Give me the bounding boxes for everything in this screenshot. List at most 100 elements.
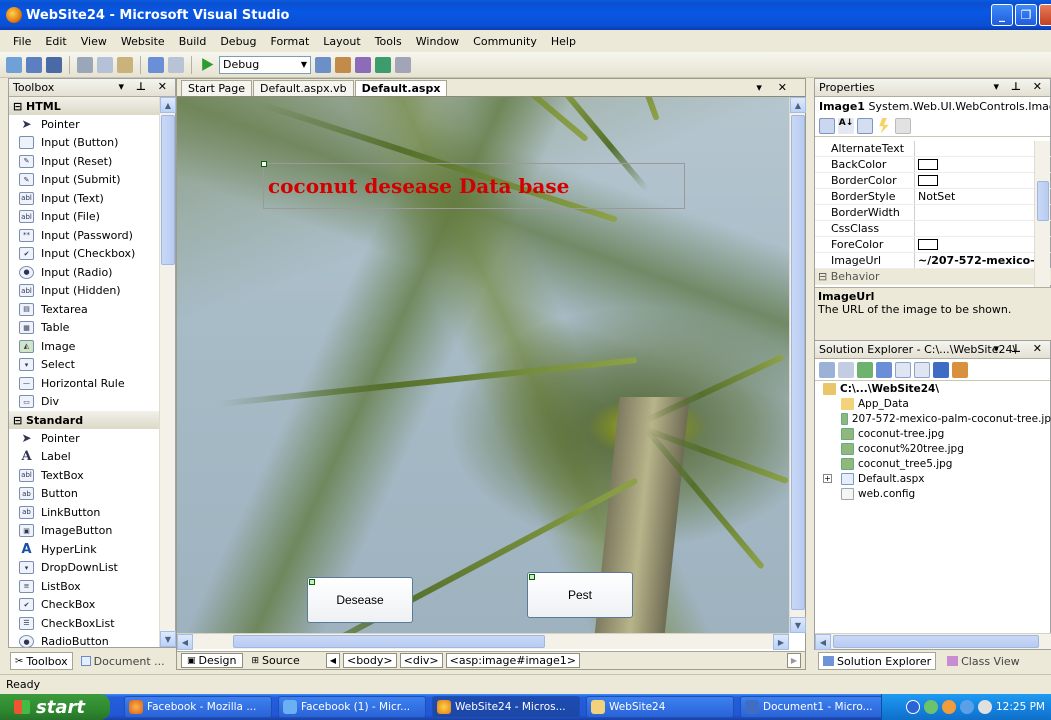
tree-item[interactable]: 207-572-mexico-palm-coconut-tree.jp — [815, 411, 1051, 426]
design-surface[interactable]: coconut desease Data base Desease Pest — [177, 97, 789, 633]
menu-view[interactable]: View — [74, 35, 114, 48]
solution-configuration-dropdown[interactable]: Debug ▼ — [219, 55, 311, 74]
panel-controls[interactable]: ▾ ⊥ ✕ — [994, 80, 1046, 93]
scroll-thumb[interactable] — [233, 635, 545, 648]
tree-item[interactable]: web.config — [815, 486, 1051, 501]
minimize-button[interactable]: _ — [991, 4, 1013, 26]
toolbox-item-linkbutton[interactable]: ab LinkButton — [9, 503, 163, 522]
tab-default-aspx-vb[interactable]: Default.aspx.vb — [253, 80, 354, 96]
tab-default-aspx[interactable]: Default.aspx — [354, 80, 448, 96]
view-code-icon[interactable] — [895, 361, 911, 378]
toolbox-item-input-text[interactable]: abl Input (Text) — [9, 189, 163, 208]
object-selector[interactable]: Image1 System.Web.UI.WebControls.Image — [815, 97, 1050, 115]
pest-button[interactable]: Pest — [527, 572, 633, 618]
tab-toolbox[interactable]: ✂ Toolbox — [10, 652, 73, 670]
property-grid-scrollbar[interactable] — [1034, 141, 1050, 287]
tab-start-page[interactable]: Start Page — [181, 80, 252, 96]
property-row[interactable]: BorderColor — [815, 173, 1051, 189]
tab-document-outline[interactable]: Document ... — [76, 652, 170, 670]
property-row[interactable]: BorderWidth — [815, 205, 1051, 221]
scroll-left-icon[interactable]: ◀ — [177, 634, 193, 650]
close-button[interactable] — [1039, 4, 1051, 26]
tab-solution-explorer[interactable]: Solution Explorer — [818, 652, 937, 670]
taskbar-item-folder[interactable]: WebSite24 — [586, 696, 734, 718]
page-title-label[interactable]: coconut desease Data base — [263, 163, 685, 209]
toolbox-item-table[interactable]: ▦ Table — [9, 319, 163, 338]
save-icon[interactable] — [26, 56, 42, 73]
taskbar-item-visual-studio[interactable]: WebSite24 - Micros... — [432, 696, 580, 718]
find-icon[interactable] — [315, 56, 331, 73]
toolbox-item-image[interactable]: ◭ Image — [9, 337, 163, 356]
toolbox-item-pointer[interactable]: ➤ Pointer — [9, 429, 163, 448]
property-row[interactable]: AlternateText — [815, 141, 1051, 157]
tree-item[interactable]: App_Data — [815, 396, 1051, 411]
property-row[interactable]: CssClass — [815, 221, 1051, 237]
toolbox-section-html[interactable]: ⊟ HTML — [9, 97, 163, 115]
menu-community[interactable]: Community — [466, 35, 544, 48]
close-document-icon[interactable]: ▾ ✕ — [756, 81, 793, 94]
volume-icon[interactable] — [978, 700, 992, 714]
panel-controls[interactable]: ▾ ⊥ ✕ — [994, 342, 1046, 355]
toolbox-icon[interactable] — [375, 56, 391, 73]
toolbox-item-checkbox[interactable]: ✔ CheckBox — [9, 596, 163, 615]
toolbox-item-textarea[interactable]: ▤ Textarea — [9, 300, 163, 319]
property-row[interactable]: BackColor — [815, 157, 1051, 173]
scroll-left-icon[interactable]: ◀ — [815, 634, 831, 650]
toolbox-item-input-hidden[interactable]: abl Input (Hidden) — [9, 282, 163, 301]
solution-explorer-scrollbar[interactable]: ◀ — [815, 633, 1051, 650]
scroll-thumb[interactable] — [791, 115, 805, 610]
tree-root[interactable]: C:\...\WebSite24\ — [815, 381, 1051, 396]
scroll-down-icon[interactable]: ▼ — [790, 617, 806, 633]
menu-edit[interactable]: Edit — [38, 35, 73, 48]
messenger-icon[interactable] — [960, 700, 974, 714]
menu-file[interactable]: File — [6, 35, 38, 48]
menu-website[interactable]: Website — [114, 35, 172, 48]
solution-explorer-icon[interactable] — [335, 56, 351, 73]
asp-net-configuration-icon[interactable] — [952, 361, 968, 378]
breadcrumb-image[interactable]: <asp:image#image1> — [445, 653, 580, 668]
copy-icon[interactable] — [97, 56, 113, 73]
properties-icon[interactable] — [857, 117, 873, 134]
tree-item[interactable]: coconut-tree.jpg — [815, 426, 1051, 441]
toolbox-item-label[interactable]: A Label — [9, 448, 163, 467]
breadcrumb-body[interactable]: <body> — [342, 653, 397, 668]
start-button[interactable]: start — [0, 694, 110, 720]
show-all-files-icon[interactable] — [838, 361, 854, 378]
cut-icon[interactable] — [77, 56, 93, 73]
toolbox-item-imagebutton[interactable]: ▣ ImageButton — [9, 522, 163, 541]
tree-item[interactable]: coconut%20tree.jpg — [815, 441, 1051, 456]
new-project-icon[interactable] — [6, 56, 22, 73]
other-windows-icon[interactable] — [395, 56, 411, 73]
categorized-icon[interactable] — [819, 117, 835, 134]
refresh-icon[interactable] — [857, 361, 873, 378]
editor-horizontal-scrollbar[interactable]: ◀ ▶ — [177, 633, 789, 650]
toolbox-item-checkboxlist[interactable]: ☰ CheckBoxList — [9, 614, 163, 633]
property-row[interactable]: BorderStyle NotSet — [815, 189, 1051, 205]
tree-item[interactable]: coconut_tree5.jpg — [815, 456, 1051, 471]
save-all-icon[interactable] — [46, 56, 62, 73]
scroll-right-icon[interactable]: ▶ — [773, 634, 789, 650]
security-icon[interactable] — [942, 700, 956, 714]
toolbox-item-input-file[interactable]: abl Input (File) — [9, 208, 163, 227]
toolbox-item-input-radio[interactable]: ● Input (Radio) — [9, 263, 163, 282]
toolbox-scrollbar[interactable]: ▲ ▼ — [159, 97, 176, 647]
property-row[interactable]: ImageUrl ~/207-572-mexico-pa — [815, 253, 1051, 269]
breadcrumb-next-icon[interactable]: ▶ — [786, 653, 801, 668]
maximize-button[interactable]: ❐ — [1015, 4, 1037, 26]
menu-tools[interactable]: Tools — [368, 35, 409, 48]
start-debugging-icon[interactable] — [202, 58, 214, 71]
scroll-up-icon[interactable]: ▲ — [160, 97, 176, 113]
menu-format[interactable]: Format — [264, 35, 317, 48]
properties-icon[interactable] — [819, 361, 835, 378]
scroll-thumb[interactable] — [833, 635, 1039, 648]
toolbox-item-pointer[interactable]: ➤ Pointer — [9, 115, 163, 134]
events-icon[interactable] — [879, 117, 889, 134]
taskbar-item-ie[interactable]: Facebook (1) - Micr... — [278, 696, 426, 718]
taskbar-item-word[interactable]: Document1 - Micro... — [740, 696, 888, 718]
copy-website-icon[interactable] — [933, 361, 949, 378]
source-view-button[interactable]: ⊞ Source — [246, 653, 306, 668]
taskbar-item-firefox[interactable]: Facebook - Mozilla ... — [124, 696, 272, 718]
menu-help[interactable]: Help — [544, 35, 583, 48]
scroll-thumb[interactable] — [161, 115, 175, 265]
property-row[interactable]: ForeColor — [815, 237, 1051, 253]
